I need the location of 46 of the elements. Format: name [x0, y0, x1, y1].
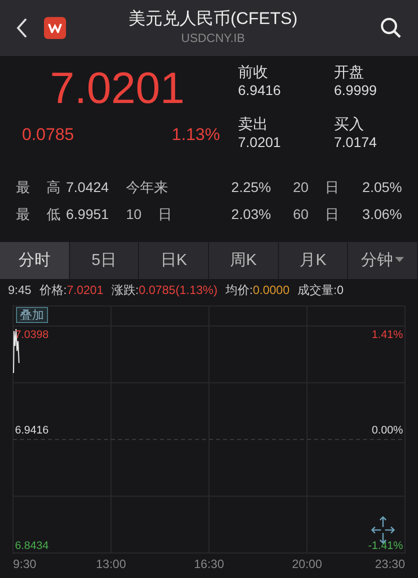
- axis-label: 20:00: [292, 557, 322, 571]
- stat-value: 2.03%: [230, 205, 271, 224]
- field-value: 6.9999: [334, 82, 378, 99]
- time-label: 9:45: [8, 282, 32, 299]
- axis-label: 0.00%: [372, 424, 403, 436]
- stat-value: 2.05%: [362, 178, 402, 197]
- field-label: 买入: [334, 116, 365, 134]
- stat-label: 今年来: [126, 178, 169, 197]
- price-change: 0.0785: [22, 124, 74, 146]
- stat-label: 最 低: [16, 205, 62, 224]
- info-item: 价格:7.0201: [39, 282, 104, 299]
- field-value: 7.0174: [334, 134, 378, 151]
- axis-label: 16:30: [194, 557, 224, 571]
- field-value: 6.9416: [238, 82, 282, 99]
- stat-label: 20 日: [293, 178, 340, 197]
- axis-label: 13:00: [96, 557, 126, 571]
- caret-icon: [395, 257, 404, 264]
- axis-label: 6.9416: [15, 424, 49, 436]
- search-icon[interactable]: [380, 17, 402, 39]
- change-percent: 1.13%: [172, 124, 220, 146]
- stat-value: 3.06%: [362, 205, 402, 224]
- field-label: 卖出: [238, 116, 269, 134]
- stat-value: 7.0424: [66, 178, 110, 197]
- info-item: 涨跌:0.0785(1.13%): [111, 282, 218, 299]
- overlay-button[interactable]: 叠加: [16, 307, 48, 323]
- axis-label: 9:30: [13, 557, 36, 571]
- field-label: 前收: [238, 64, 269, 82]
- axis-label: 23:30: [374, 557, 405, 571]
- page-title: 美元兑人民币(CFETS): [127, 9, 299, 29]
- back-icon[interactable]: [16, 17, 28, 39]
- stat-label: 10 日: [126, 205, 174, 224]
- field-value: 7.0201: [238, 134, 282, 151]
- axis-label: -1.41%: [368, 540, 403, 552]
- field-label: 开盘: [334, 64, 365, 82]
- last-price: 7.0201: [49, 64, 186, 114]
- info-item: 均价:0.0000: [225, 282, 290, 299]
- chart-tab[interactable]: 分时: [0, 242, 70, 279]
- axis-label: 6.8434: [15, 540, 49, 552]
- symbol-code: USDCNY.IB: [180, 30, 246, 47]
- logo-icon: [44, 17, 66, 39]
- stat-label: 最 高: [16, 178, 62, 197]
- stat-value: 6.9951: [66, 205, 110, 224]
- stat-value: 2.25%: [230, 178, 271, 197]
- axis-label: 1.41%: [372, 329, 403, 341]
- stat-label: 60 日: [293, 205, 340, 224]
- info-item: 成交量:0: [298, 282, 344, 299]
